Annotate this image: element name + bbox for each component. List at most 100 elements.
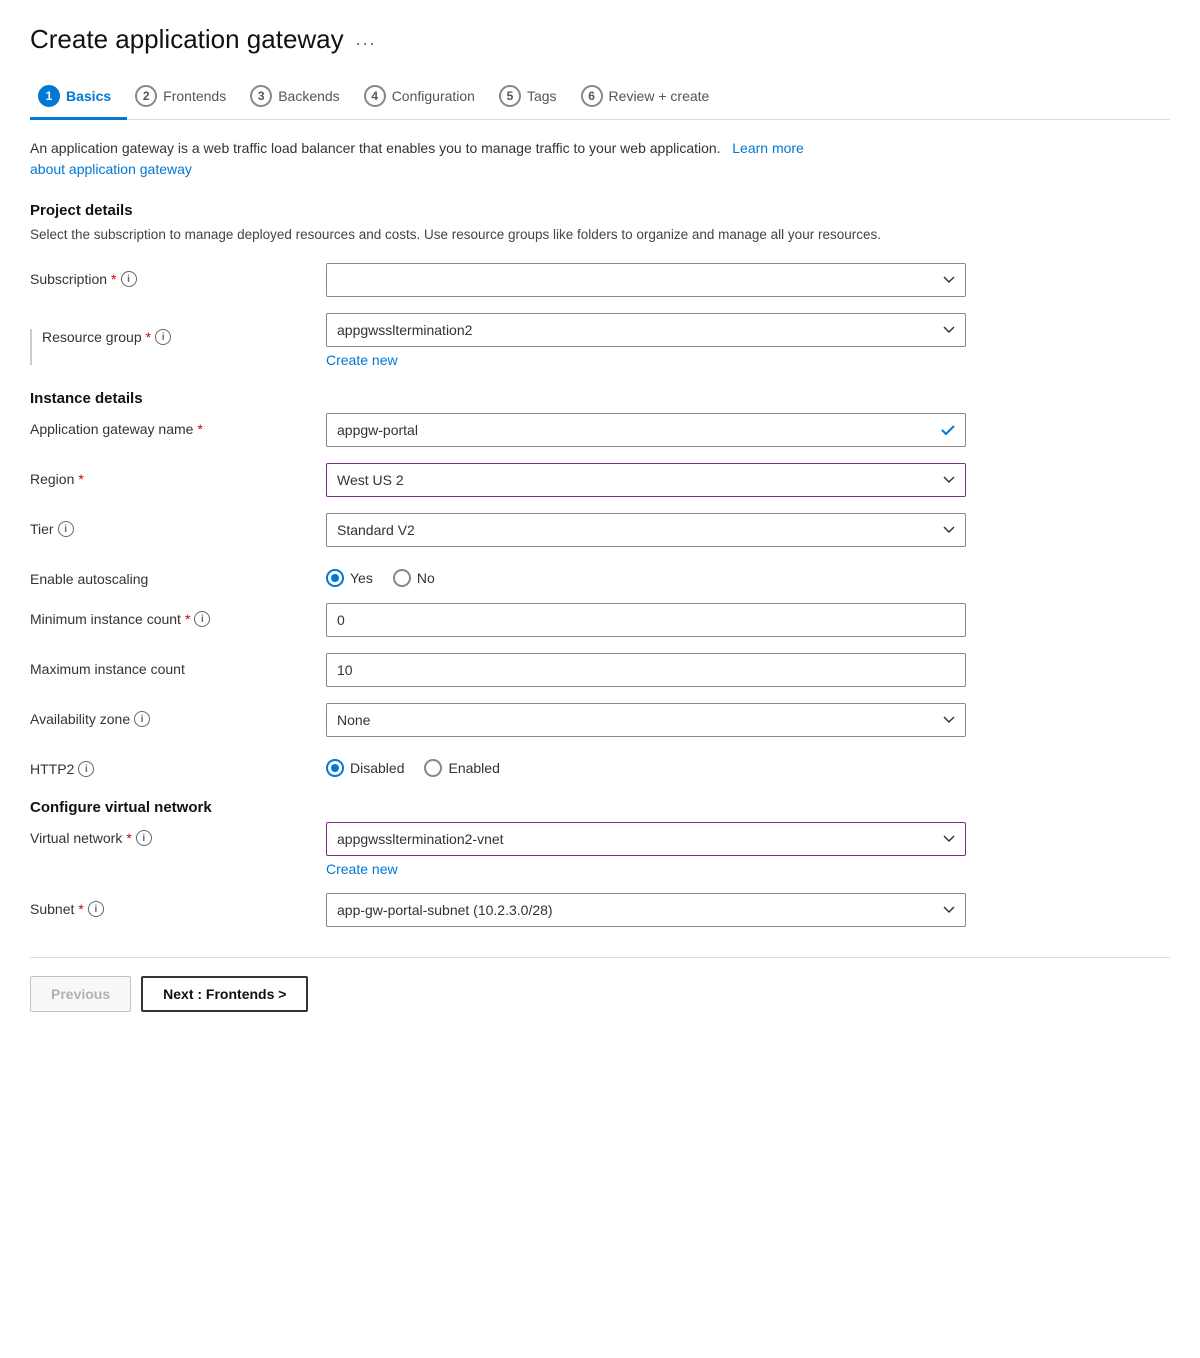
http2-control: Disabled Enabled (326, 753, 966, 777)
virtual-network-row: Virtual network * i appgwssltermination2… (30, 822, 1170, 877)
autoscaling-radio-group: Yes No (326, 563, 966, 587)
app-gateway-name-control (326, 413, 966, 447)
autoscaling-no[interactable]: No (393, 569, 435, 587)
http2-disabled-label: Disabled (350, 760, 404, 776)
resource-group-label-col: Resource group * i (30, 313, 310, 365)
tier-control: Standard V2 (326, 513, 966, 547)
min-instance-info-icon[interactable]: i (194, 611, 210, 627)
project-details-desc: Select the subscription to manage deploy… (30, 225, 1170, 245)
app-gateway-name-label: Application gateway name (30, 421, 193, 437)
resource-group-create-new[interactable]: Create new (326, 352, 398, 368)
autoscaling-no-label: No (417, 570, 435, 586)
tab-num-1: 1 (38, 85, 60, 107)
subscription-row: Subscription * i (30, 263, 1170, 297)
min-instance-required: * (185, 611, 190, 627)
region-label-col: Region * (30, 463, 310, 487)
autoscaling-yes-label: Yes (350, 570, 373, 586)
virtual-network-info-icon[interactable]: i (136, 830, 152, 846)
autoscaling-control: Yes No (326, 563, 966, 587)
indent-line (30, 329, 32, 365)
subnet-label-col: Subnet * i (30, 893, 310, 917)
tab-basics[interactable]: 1 Basics (30, 75, 127, 120)
availability-zone-select[interactable]: None (326, 703, 966, 737)
resource-group-indent: Resource group * i (30, 321, 171, 365)
tab-label-2: Frontends (163, 88, 226, 104)
virtual-network-select[interactable]: appgwssltermination2-vnet (326, 822, 966, 856)
subscription-required: * (111, 271, 116, 287)
button-bar: Previous Next : Frontends > (30, 957, 1170, 1012)
tab-label-6: Review + create (609, 88, 710, 104)
autoscaling-yes[interactable]: Yes (326, 569, 373, 587)
vnet-section-header: Configure virtual network (30, 799, 1170, 816)
min-instance-row: Minimum instance count * i (30, 603, 1170, 637)
max-instance-input[interactable] (326, 653, 966, 687)
tab-configuration[interactable]: 4 Configuration (356, 75, 491, 120)
tab-review-create[interactable]: 6 Review + create (573, 75, 726, 120)
subscription-control (326, 263, 966, 297)
page-title-bar: Create application gateway ... (30, 24, 1170, 55)
next-button[interactable]: Next : Frontends > (141, 976, 308, 1012)
virtual-network-required: * (126, 830, 131, 846)
resource-group-label: Resource group (42, 329, 142, 345)
previous-button[interactable]: Previous (30, 976, 131, 1012)
http2-disabled-radio[interactable] (326, 759, 344, 777)
autoscaling-label: Enable autoscaling (30, 571, 148, 587)
subnet-required: * (78, 901, 83, 917)
availability-zone-info-icon[interactable]: i (134, 711, 150, 727)
tab-frontends[interactable]: 2 Frontends (127, 75, 242, 120)
subscription-label-col: Subscription * i (30, 263, 310, 287)
autoscaling-no-radio[interactable] (393, 569, 411, 587)
resource-group-control: appgwssltermination2 Create new (326, 313, 966, 368)
tab-num-3: 3 (250, 85, 272, 107)
availability-zone-row: Availability zone i None (30, 703, 1170, 737)
region-select[interactable]: West US 2 (326, 463, 966, 497)
max-instance-control (326, 653, 966, 687)
app-gateway-name-input[interactable] (326, 413, 966, 447)
virtual-network-control: appgwssltermination2-vnet Create new (326, 822, 966, 877)
autoscaling-label-col: Enable autoscaling (30, 563, 310, 587)
http2-enabled[interactable]: Enabled (424, 759, 499, 777)
project-details-header: Project details (30, 202, 1170, 219)
title-ellipsis: ... (356, 29, 377, 50)
subscription-select[interactable] (326, 263, 966, 297)
subnet-select[interactable]: app-gw-portal-subnet (10.2.3.0/28) (326, 893, 966, 927)
subscription-info-icon[interactable]: i (121, 271, 137, 287)
tier-label-col: Tier i (30, 513, 310, 537)
tier-row: Tier i Standard V2 (30, 513, 1170, 547)
tab-tags[interactable]: 5 Tags (491, 75, 573, 120)
min-instance-label: Minimum instance count (30, 611, 181, 627)
resource-group-select[interactable]: appgwssltermination2 (326, 313, 966, 347)
http2-enabled-radio[interactable] (424, 759, 442, 777)
min-instance-control (326, 603, 966, 637)
tier-label: Tier (30, 521, 54, 537)
autoscaling-yes-radio[interactable] (326, 569, 344, 587)
about-app-gateway-link[interactable]: about application gateway (30, 161, 192, 177)
virtual-network-create-new[interactable]: Create new (326, 861, 398, 877)
tab-num-6: 6 (581, 85, 603, 107)
tier-select[interactable]: Standard V2 (326, 513, 966, 547)
http2-disabled[interactable]: Disabled (326, 759, 404, 777)
max-instance-label-col: Maximum instance count (30, 653, 310, 677)
learn-more-link[interactable]: Learn more (728, 140, 803, 156)
min-instance-input[interactable] (326, 603, 966, 637)
tier-info-icon[interactable]: i (58, 521, 74, 537)
tab-label-3: Backends (278, 88, 339, 104)
max-instance-row: Maximum instance count (30, 653, 1170, 687)
resource-group-label-inner: Resource group * i (42, 321, 171, 345)
http2-enabled-label: Enabled (448, 760, 499, 776)
http2-info-icon[interactable]: i (78, 761, 94, 777)
page-description: An application gateway is a web traffic … (30, 138, 1170, 180)
region-label: Region (30, 471, 74, 487)
autoscaling-row: Enable autoscaling Yes No (30, 563, 1170, 587)
app-gateway-name-label-col: Application gateway name * (30, 413, 310, 437)
http2-radio-group: Disabled Enabled (326, 753, 966, 777)
http2-label: HTTP2 (30, 761, 74, 777)
availability-zone-label: Availability zone (30, 711, 130, 727)
instance-details-header: Instance details (30, 390, 1170, 407)
availability-zone-label-col: Availability zone i (30, 703, 310, 727)
tab-backends[interactable]: 3 Backends (242, 75, 355, 120)
virtual-network-label-col: Virtual network * i (30, 822, 310, 846)
subnet-info-icon[interactable]: i (88, 901, 104, 917)
min-instance-label-col: Minimum instance count * i (30, 603, 310, 627)
resource-group-info-icon[interactable]: i (155, 329, 171, 345)
